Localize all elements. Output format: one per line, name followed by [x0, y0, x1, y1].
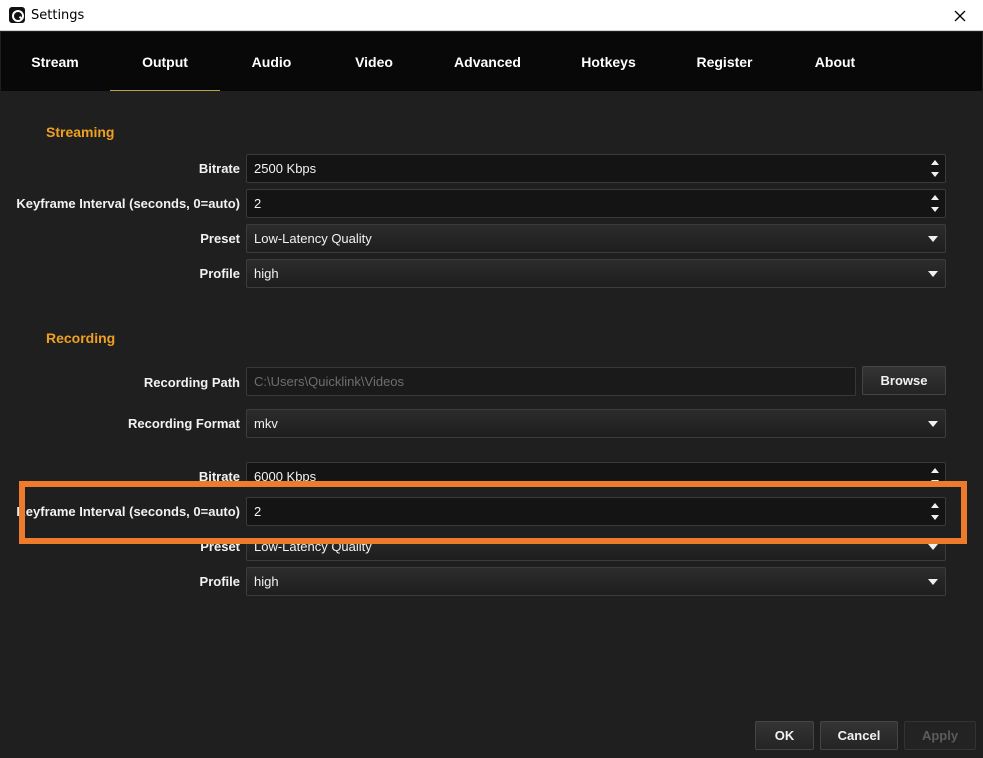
chevron-down-icon — [928, 271, 938, 277]
ok-button[interactable]: OK — [755, 721, 814, 750]
window-title: Settings — [31, 8, 85, 23]
streaming-bitrate-spinbox[interactable]: 2500 Kbps — [246, 154, 946, 183]
spin-arrows-icon[interactable] — [925, 190, 945, 217]
streaming-keyframe-value: 2 — [254, 196, 262, 211]
streaming-profile-value: high — [254, 266, 279, 281]
streaming-keyframe-label: Keyframe Interval (seconds, 0=auto) — [16, 196, 240, 211]
recording-format-dropdown[interactable]: mkv — [246, 409, 946, 438]
chevron-down-icon — [928, 421, 938, 427]
recording-profile-label: Profile — [199, 574, 240, 589]
title-bar: Settings — [0, 0, 983, 31]
recording-format-value: mkv — [254, 416, 278, 431]
streaming-section-title: Streaming — [46, 124, 115, 140]
recording-preset-label: Preset — [200, 539, 240, 554]
chevron-down-icon — [928, 236, 938, 242]
close-icon — [954, 10, 966, 21]
app-logo-icon — [9, 7, 25, 23]
recording-keyframe-spinbox[interactable]: 2 — [246, 497, 946, 526]
recording-path-label: Recording Path — [143, 375, 240, 390]
tab-register[interactable]: Register — [667, 32, 782, 91]
streaming-profile-label: Profile — [199, 266, 240, 281]
streaming-profile-dropdown[interactable]: high — [246, 259, 946, 288]
recording-keyframe-value: 2 — [254, 504, 262, 519]
streaming-keyframe-spinbox[interactable]: 2 — [246, 189, 946, 218]
recording-section-title: Recording — [46, 330, 116, 346]
chevron-down-icon — [928, 544, 938, 550]
tab-about[interactable]: About — [782, 32, 888, 91]
recording-bitrate-label: Bitrate — [198, 469, 240, 484]
recording-format-label: Recording Format — [128, 416, 240, 431]
recording-path-input[interactable]: C:\Users\Quicklink\Videos — [246, 367, 856, 396]
browse-button[interactable]: Browse — [862, 366, 946, 395]
recording-profile-dropdown[interactable]: high — [246, 567, 946, 596]
streaming-preset-dropdown[interactable]: Low-Latency Quality — [246, 224, 946, 253]
tab-hotkeys[interactable]: Hotkeys — [550, 32, 667, 91]
cancel-button[interactable]: Cancel — [820, 721, 898, 750]
spin-arrows-icon[interactable] — [925, 498, 945, 525]
recording-bitrate-value: 6000 Kbps — [254, 469, 317, 484]
tab-stream[interactable]: Stream — [1, 32, 109, 91]
recording-path-value: C:\Users\Quicklink\Videos — [254, 374, 405, 389]
streaming-preset-value: Low-Latency Quality — [254, 231, 372, 246]
close-button[interactable] — [937, 0, 983, 31]
tab-video[interactable]: Video — [323, 32, 425, 91]
recording-keyframe-label: Keyframe Interval (seconds, 0=auto) — [16, 504, 240, 519]
spin-arrows-icon[interactable] — [925, 155, 945, 182]
spin-arrows-icon[interactable] — [925, 463, 945, 490]
tab-advanced[interactable]: Advanced — [425, 32, 550, 91]
recording-profile-value: high — [254, 574, 279, 589]
streaming-bitrate-label: Bitrate — [198, 161, 240, 176]
chevron-down-icon — [928, 579, 938, 585]
apply-button[interactable]: Apply — [904, 721, 976, 750]
streaming-preset-label: Preset — [200, 231, 240, 246]
tab-bar: Stream Output Audio Video Advanced Hotke… — [1, 32, 982, 91]
recording-preset-value: Low-Latency Quality — [254, 539, 372, 554]
streaming-bitrate-value: 2500 Kbps — [254, 161, 317, 176]
tab-audio[interactable]: Audio — [220, 32, 323, 91]
tab-output[interactable]: Output — [110, 32, 220, 91]
